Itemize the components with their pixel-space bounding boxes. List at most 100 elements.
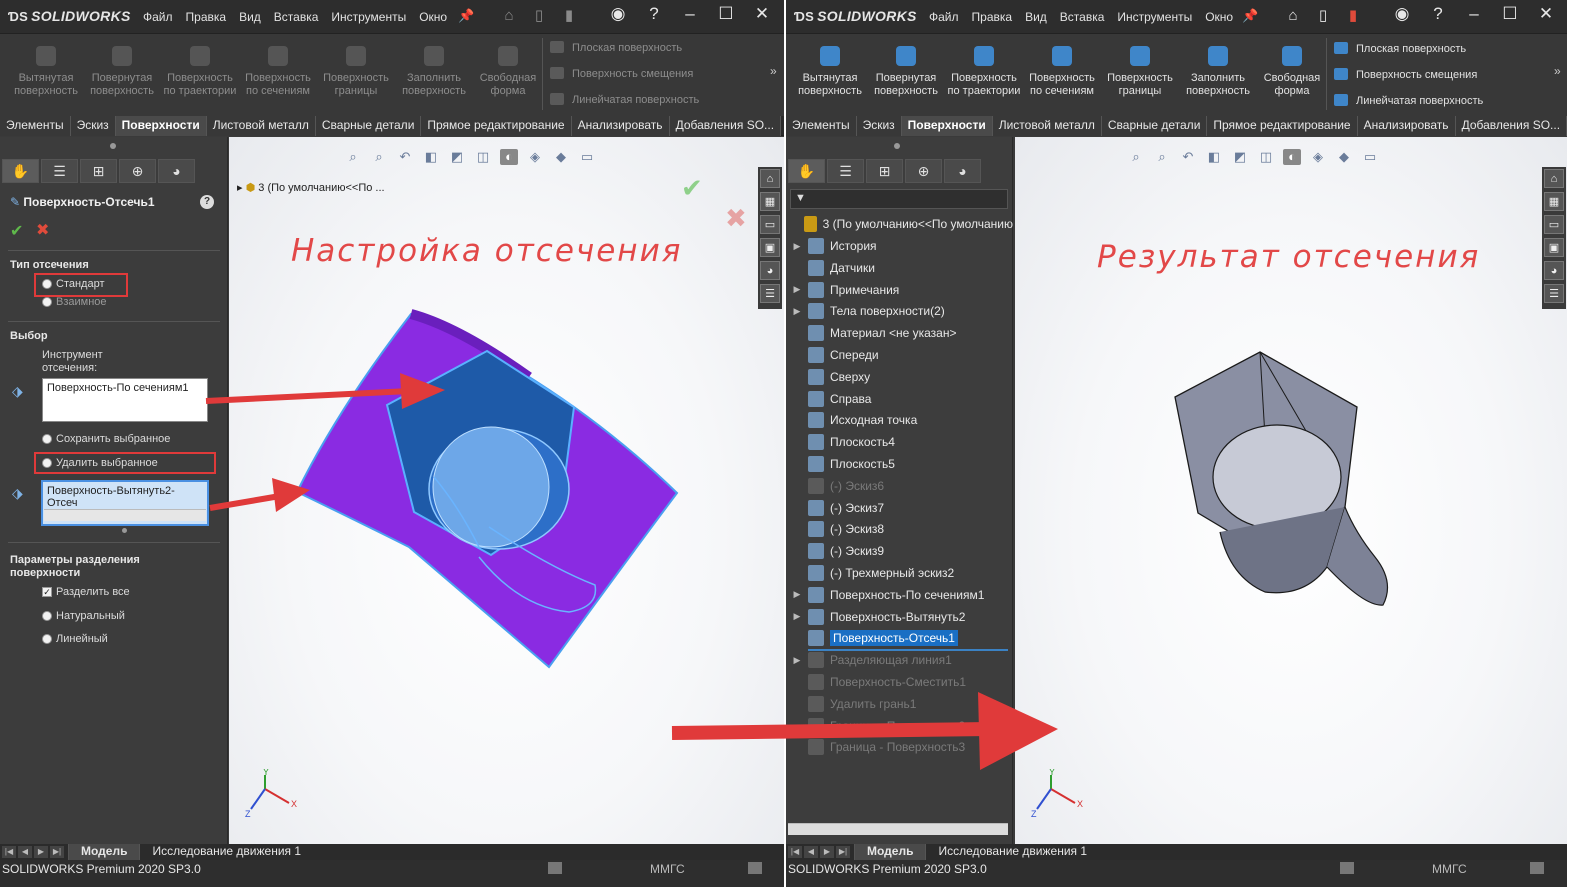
tree-item[interactable]: Спереди [786,344,1013,366]
previous-view-icon[interactable]: ↶ [396,149,414,165]
boundary-surface-button[interactable]: Поверхность границы [318,46,394,98]
tree-item[interactable]: ▶ Поверхность-По сечениям1 [786,584,1013,606]
tree-item[interactable]: ▶ История [786,235,1013,257]
tab-weldments[interactable]: Сварные детали [1101,116,1208,136]
expand-arrow-icon[interactable]: ▶ [786,306,808,317]
tab-evaluate[interactable]: Анализировать [571,116,670,136]
ruled-surface-button[interactable]: Линейчатая поверхность [1334,94,1483,107]
tree-item[interactable]: Поверхность-Сместить1 [786,671,1013,693]
dynamic-annotation-icon[interactable]: ◩ [1231,149,1249,165]
split-all-checkbox[interactable]: ✓ Разделить все [42,586,130,598]
feature-manager-tab-icon[interactable]: ✋ [2,159,39,183]
menu-item-insert[interactable]: Вставка [1055,10,1113,24]
design-library-icon[interactable]: ▦ [1544,192,1564,211]
graphics-area[interactable]: ⌕ ⌕ ↶ ◧ ◩ ◫ ◐ ◈ ◆ ▭ Результат отсечения … [1015,137,1567,844]
design-library-icon[interactable]: ▦ [760,192,780,211]
next-tab-icon[interactable]: ▶ [34,846,48,858]
tab-motion-study[interactable]: Исследование движения 1 [925,844,1099,860]
tree-item[interactable]: Поверхность-Отсечь1 [786,627,1013,649]
menu-item-tools[interactable]: Инструменты [326,10,414,24]
revolved-surface-button[interactable]: Повернутая поверхность [84,46,160,98]
user-icon[interactable]: ◉ [608,4,628,24]
tree-item[interactable]: ▶ Разделяющая линия1 [786,649,1013,671]
solidworks-resources-icon[interactable]: ⌂ [1544,169,1564,188]
appearances-icon[interactable]: ◕ [1544,261,1564,280]
pin-icon[interactable]: 📌 [1242,8,1258,24]
rebuild-icon[interactable] [1340,862,1354,874]
hide-show-icon[interactable]: ◈ [526,149,544,165]
pieces-item[interactable]: Поверхность-Вытянуть2-Отсеч [47,485,175,509]
freeform-button[interactable]: Свободная форма [470,46,546,98]
display-style-icon[interactable]: ◐ [1283,149,1301,165]
tree-item[interactable]: (-) Трехмерный эскиз2 [786,562,1013,584]
dynamic-annotation-icon[interactable]: ◩ [448,149,466,165]
menu-item-insert[interactable]: Вставка [269,10,327,24]
trim-tool-listbox[interactable]: Поверхность-По сечениям1 [42,378,208,422]
ruled-surface-button[interactable]: Линейчатая поверхность [550,93,699,106]
user-icon[interactable]: ◉ [1392,4,1412,24]
tree-item[interactable]: Материал <не указан> [786,322,1013,344]
display-manager-tab-icon[interactable]: ◕ [944,159,981,183]
horizontal-scrollbar[interactable] [44,509,206,521]
hide-show-icon[interactable]: ◈ [1309,149,1327,165]
menu-item-window[interactable]: Окно [1200,10,1241,24]
file-explorer-icon[interactable]: ▭ [760,215,780,234]
planar-surface-button[interactable]: Плоская поверхность [1334,42,1466,55]
tab-weldments[interactable]: Сварные детали [315,116,422,136]
close-button[interactable]: ✕ [1536,4,1556,24]
zoom-to-area-icon[interactable]: ⌕ [370,149,388,165]
tab-sketch[interactable]: Эскиз [856,116,902,136]
first-tab-icon[interactable]: |◀ [2,846,16,858]
maximize-button[interactable]: ☐ [1500,4,1520,24]
tree-item[interactable]: Исходная точка [786,409,1013,431]
expand-arrow-icon[interactable]: ▶ [786,655,808,666]
menu-item-window[interactable]: Окно [414,10,455,24]
menu-item-tools[interactable]: Инструменты [1112,10,1200,24]
tree-item[interactable]: Граница - Поверхность2 [786,715,1013,737]
property-manager-tab-icon[interactable]: ☰ [41,159,78,183]
zoom-to-fit-icon[interactable]: ⌕ [1127,149,1145,165]
horizontal-scrollbar[interactable] [788,823,1008,835]
prev-tab-icon[interactable]: ◀ [804,846,818,858]
boundary-surface-button[interactable]: Поверхность границы [1102,46,1178,98]
configuration-manager-tab-icon[interactable]: ⊞ [866,159,903,183]
new-document-icon[interactable]: ▯ [1314,7,1332,25]
view-settings-icon[interactable]: ▭ [1361,149,1379,165]
view-settings-icon[interactable]: ▭ [578,149,596,165]
zoom-to-area-icon[interactable]: ⌕ [1153,149,1171,165]
tree-item[interactable]: ▶ Тела поверхности(2) [786,300,1013,322]
menu-item-view[interactable]: Вид [1020,10,1055,24]
last-tab-icon[interactable]: ▶| [50,846,64,858]
trim-mutual-radio[interactable]: Взаимное [42,296,107,308]
first-tab-icon[interactable]: |◀ [788,846,802,858]
tree-root[interactable]: 3 (По умолчанию<<По умолчанию [786,213,1013,235]
edit-appearance-icon[interactable]: ◆ [1335,149,1353,165]
natural-radio[interactable]: Натуральный [42,610,125,622]
tree-item[interactable]: (-) Эскиз8 [786,518,1013,540]
previous-view-icon[interactable]: ↶ [1179,149,1197,165]
extruded-surface-button[interactable]: Вытянутая поверхность [792,46,868,98]
revolved-surface-button[interactable]: Повернутая поверхность [868,46,944,98]
file-explorer-icon[interactable]: ▭ [1544,215,1564,234]
help-icon[interactable]: ? [644,4,664,24]
lofted-surface-button[interactable]: Поверхность по сечениям [240,46,316,98]
custom-properties-icon[interactable]: ☰ [760,284,780,303]
home-icon[interactable]: ⌂ [500,7,518,25]
help-icon[interactable]: ? [1428,4,1448,24]
menu-item-view[interactable]: Вид [234,10,269,24]
filled-surface-button[interactable]: Заполнить поверхность [396,46,472,98]
panel-handle-icon[interactable] [122,528,127,533]
tree-item[interactable]: (-) Эскиз9 [786,540,1013,562]
tab-model[interactable]: Модель [854,844,926,860]
unit-system[interactable]: ММГС [650,862,685,876]
view-palette-icon[interactable]: ▣ [1544,238,1564,257]
tab-direct-editing[interactable]: Прямое редактирование [421,116,572,136]
tab-addins[interactable]: Добавления SO... [669,116,782,136]
expand-arrow-icon[interactable]: ▶ [786,611,808,622]
dimxpert-tab-icon[interactable]: ⊕ [119,159,156,183]
help-icon[interactable]: ? [200,195,214,209]
confirm-ok-icon[interactable]: ✔ [681,173,703,204]
swept-surface-button[interactable]: Поверхность по траектории [162,46,238,98]
ribbon-more-icon[interactable]: » [770,64,777,78]
view-orientation-icon[interactable]: ◫ [1257,149,1275,165]
